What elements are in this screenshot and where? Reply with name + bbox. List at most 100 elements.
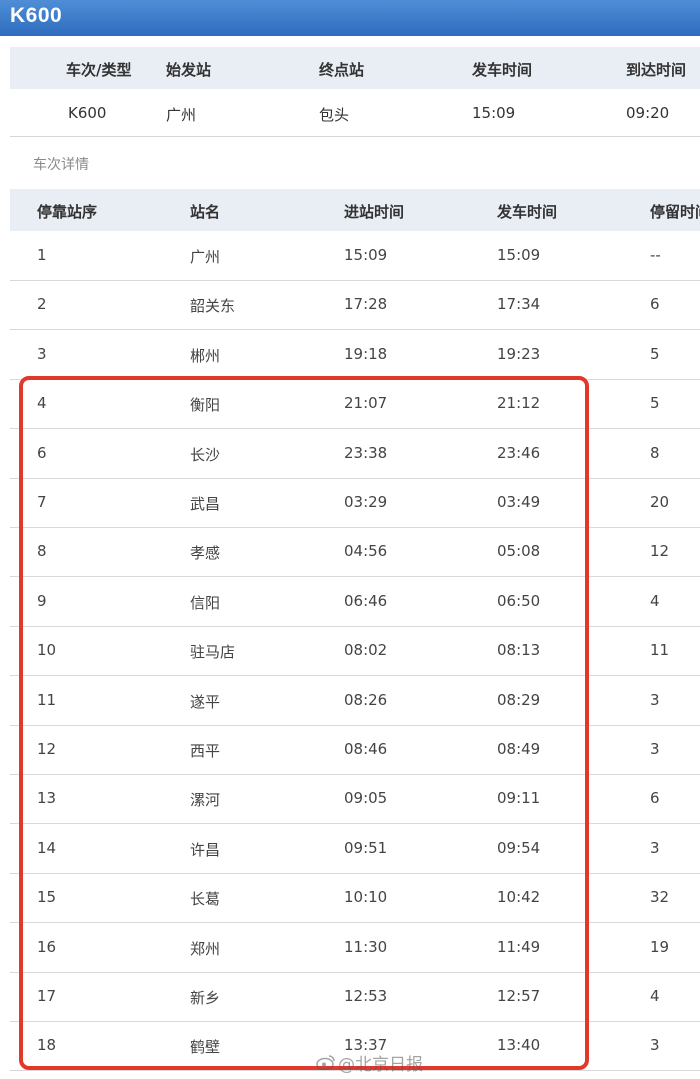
summary-destination: 包头 xyxy=(319,106,350,124)
stop-order: 18 xyxy=(37,1036,57,1055)
station-name: 郑州 xyxy=(190,939,221,958)
summary-train-number: K600 xyxy=(68,104,107,122)
stop-order: 2 xyxy=(37,295,47,314)
stop-order: 10 xyxy=(37,641,57,660)
departure-time: 11:49 xyxy=(497,937,541,956)
stop-order: 14 xyxy=(37,838,57,857)
stop-order: 1 xyxy=(37,246,47,264)
station-name: 长葛 xyxy=(190,890,221,909)
station-name: 孝感 xyxy=(190,544,221,563)
summary-header-train-type: 车次/类型 xyxy=(66,61,132,79)
arrival-time: 08:46 xyxy=(344,740,388,758)
stop-duration: 3 xyxy=(650,740,660,758)
details-header-departure-time: 发车时间 xyxy=(497,203,558,221)
details-header-station: 站名 xyxy=(190,203,221,221)
stop-order: 7 xyxy=(37,493,47,511)
departure-time: 13:40 xyxy=(497,1036,541,1055)
stop-duration: 20 xyxy=(650,493,670,511)
arrival-time: 09:05 xyxy=(344,789,388,808)
station-name: 鹤壁 xyxy=(190,1038,221,1057)
details-header-stop-order: 停靠站序 xyxy=(37,203,98,221)
stop-order: 9 xyxy=(37,591,47,610)
details-header: 停靠站序 站名 进站时间 发车时间 停留时间 xyxy=(10,189,700,231)
summary-row: K600 广州 包头 15:09 09:20 xyxy=(10,89,700,137)
station-name: 韶关东 xyxy=(190,297,236,316)
weibo-icon xyxy=(316,1054,336,1075)
table-row: 4 衡阳 21:07 21:12 5 xyxy=(10,379,700,430)
title-bar: K600 xyxy=(0,0,700,36)
stop-order: 13 xyxy=(37,789,57,808)
departure-time: 03:49 xyxy=(497,493,541,511)
stop-duration: 5 xyxy=(650,394,660,413)
departure-time: 08:29 xyxy=(497,690,541,709)
station-name: 驻马店 xyxy=(190,643,236,662)
summary-header-departure: 发车时间 xyxy=(472,61,533,79)
arrival-time: 11:30 xyxy=(344,937,388,956)
stop-duration: 5 xyxy=(650,344,660,363)
summary-header: 车次/类型 始发站 终点站 发车时间 到达时间 xyxy=(10,47,700,89)
departure-time: 23:46 xyxy=(497,443,541,462)
station-name: 信阳 xyxy=(190,593,221,612)
stop-order: 11 xyxy=(37,690,57,709)
stop-order: 4 xyxy=(37,394,47,413)
departure-time: 08:49 xyxy=(497,740,541,758)
departure-time: 09:54 xyxy=(497,838,541,857)
stop-duration: 4 xyxy=(650,591,660,610)
stop-duration: 3 xyxy=(650,1036,660,1055)
arrival-time: 10:10 xyxy=(344,888,388,907)
arrival-time: 19:18 xyxy=(344,344,388,363)
station-name: 广州 xyxy=(190,248,221,266)
details-header-arrival-time: 进站时间 xyxy=(344,203,405,221)
departure-time: 10:42 xyxy=(497,888,541,907)
station-name: 武昌 xyxy=(190,495,221,513)
departure-time: 15:09 xyxy=(497,246,541,264)
table-row: 13 漯河 09:05 09:11 6 xyxy=(10,774,700,825)
stop-duration: 3 xyxy=(650,838,660,857)
table-row: 10 驻马店 08:02 08:13 11 xyxy=(10,626,700,677)
station-name: 新乡 xyxy=(190,989,221,1007)
arrival-time: 17:28 xyxy=(344,295,388,314)
watermark-text: @北京日报 xyxy=(338,1055,423,1075)
summary-departure: 15:09 xyxy=(472,104,516,122)
departure-time: 09:11 xyxy=(497,789,541,808)
stop-order: 15 xyxy=(37,888,57,907)
station-name: 郴州 xyxy=(190,346,221,365)
arrival-time: 12:53 xyxy=(344,987,388,1005)
table-row: 3 郴州 19:18 19:23 5 xyxy=(10,330,700,380)
arrival-time: 04:56 xyxy=(344,542,388,561)
arrival-time: 09:51 xyxy=(344,838,388,857)
stop-duration: 32 xyxy=(650,888,670,907)
arrival-time: 23:38 xyxy=(344,443,388,462)
summary-header-destination: 终点站 xyxy=(319,61,365,79)
arrival-time: 21:07 xyxy=(344,394,388,413)
stop-duration: 4 xyxy=(650,987,660,1005)
watermark: @北京日报 xyxy=(316,1050,423,1075)
table-row: 1 广州 15:09 15:09 -- xyxy=(10,231,700,281)
stop-order: 17 xyxy=(37,987,57,1005)
station-name: 许昌 xyxy=(190,840,221,859)
stop-order: 12 xyxy=(37,740,57,758)
arrival-time: 15:09 xyxy=(344,246,388,264)
table-row: 16 郑州 11:30 11:49 19 xyxy=(10,923,700,973)
departure-time: 06:50 xyxy=(497,591,541,610)
departure-time: 12:57 xyxy=(497,987,541,1005)
departure-time: 08:13 xyxy=(497,641,541,660)
page-title: K600 xyxy=(10,4,63,27)
stop-duration: 19 xyxy=(650,937,670,956)
stop-order: 16 xyxy=(37,937,57,956)
table-row: 2 韶关东 17:28 17:34 6 xyxy=(10,280,700,331)
table-row: 6 长沙 23:38 23:46 8 xyxy=(10,429,700,479)
stop-duration: 6 xyxy=(650,295,660,314)
stop-duration: 11 xyxy=(650,641,670,660)
station-name: 长沙 xyxy=(190,445,221,464)
stop-duration: 12 xyxy=(650,542,670,561)
stop-duration: 8 xyxy=(650,443,660,462)
details-header-stop-duration: 停留时间 xyxy=(650,203,700,221)
departure-time: 19:23 xyxy=(497,344,541,363)
table-row: 11 遂平 08:26 08:29 3 xyxy=(10,676,700,726)
arrival-time: 08:02 xyxy=(344,641,388,660)
stop-duration: -- xyxy=(650,246,661,264)
summary-origin: 广州 xyxy=(166,106,197,124)
station-name: 衡阳 xyxy=(190,396,221,415)
station-name: 漯河 xyxy=(190,791,221,810)
